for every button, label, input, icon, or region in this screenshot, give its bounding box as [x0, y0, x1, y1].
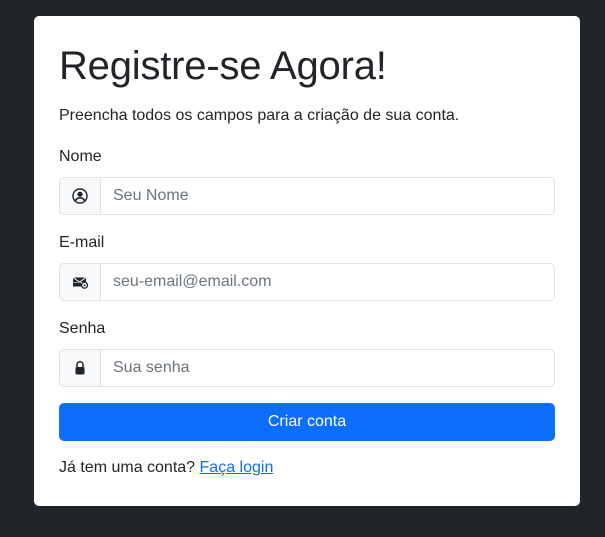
- register-card: Registre-se Agora! Preencha todos os cam…: [34, 16, 580, 506]
- form-subtitle: Preencha todos os campos para a criação …: [59, 107, 460, 124]
- name-input-group: [59, 177, 555, 215]
- email-addon: [59, 263, 100, 301]
- create-account-button[interactable]: Criar conta: [59, 403, 555, 441]
- login-prompt: Já tem uma conta? Faça login: [59, 458, 273, 478]
- password-input-group: [59, 349, 555, 387]
- name-input[interactable]: [100, 177, 555, 215]
- password-input[interactable]: [100, 349, 555, 387]
- envelope-at-icon: [72, 274, 89, 290]
- login-prompt-text: Já tem uma conta?: [59, 459, 196, 476]
- email-label: E-mail: [59, 234, 105, 251]
- password-addon: [59, 349, 100, 387]
- email-input-group: [59, 263, 555, 301]
- email-input[interactable]: [100, 263, 555, 301]
- login-link[interactable]: Faça login: [200, 459, 274, 476]
- name-addon: [59, 177, 100, 215]
- password-label: Senha: [59, 320, 106, 337]
- page-title: Registre-se Agora!: [59, 44, 387, 88]
- person-circle-icon: [72, 188, 88, 204]
- lock-icon: [73, 360, 87, 376]
- name-label: Nome: [59, 148, 102, 165]
